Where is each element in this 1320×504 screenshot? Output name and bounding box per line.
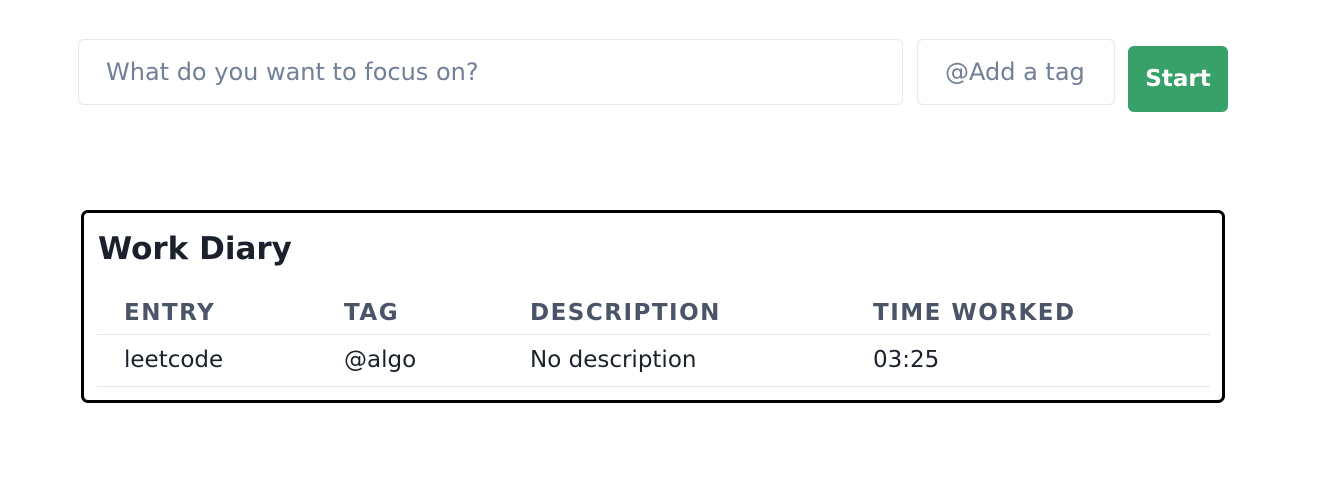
cell-entry: leetcode: [97, 334, 317, 387]
start-button[interactable]: Start: [1128, 46, 1228, 112]
column-header-description: DESCRIPTION: [503, 293, 846, 335]
table-header-row: ENTRY TAG DESCRIPTION TIME WORKED: [97, 293, 1210, 335]
table-row: leetcode @algo No description 03:25: [97, 334, 1210, 387]
tag-input[interactable]: [917, 39, 1115, 105]
work-diary-table: ENTRY TAG DESCRIPTION TIME WORKED leetco…: [97, 293, 1210, 387]
work-diary-card: Work Diary ENTRY TAG DESCRIPTION TIME WO…: [81, 210, 1225, 403]
cell-tag: @algo: [317, 334, 503, 387]
page: Start Work Diary ENTRY TAG DESCRIPTION T…: [0, 0, 1320, 504]
focus-input[interactable]: [78, 39, 903, 105]
column-header-entry: ENTRY: [97, 293, 317, 335]
column-header-time-worked: TIME WORKED: [846, 293, 1210, 335]
column-header-tag: TAG: [317, 293, 503, 335]
cell-description: No description: [503, 334, 846, 387]
work-diary-title: Work Diary: [98, 231, 292, 267]
cell-time-worked: 03:25: [846, 334, 1210, 387]
